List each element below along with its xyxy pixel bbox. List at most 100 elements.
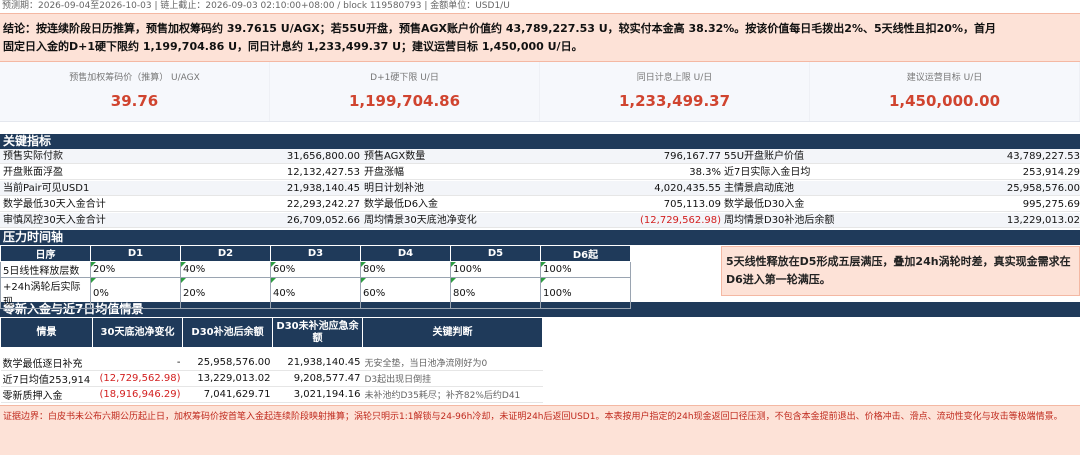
section-header-pressure: 压力时间轴 bbox=[0, 230, 1080, 245]
row-label: +24h涡轮后实际现 bbox=[0, 277, 91, 309]
metric-label: 周均情景D30补池后余额 bbox=[724, 215, 835, 226]
metric-value: 22,293,242.27 bbox=[286, 199, 360, 210]
metrics-row: 当前Pair可见USD1 21,938,140.45 明日计划补池 4,020,… bbox=[0, 181, 1080, 196]
metrics-row: 开盘账面浮盈 12,132,427.53 开盘涨幅 38.3% 近7日实际入金日… bbox=[0, 165, 1080, 180]
scenario-emergency-balance: 21,938,140.45 bbox=[272, 354, 363, 371]
scenario-row: 数学最低逐日补充 - 25,958,576.00 21,938,140.45 无… bbox=[0, 354, 543, 371]
metric-value: 4,020,435.55 bbox=[654, 183, 721, 194]
kpi-value: 1,199,704.86 bbox=[348, 92, 461, 110]
metric-value: 796,167.77 bbox=[663, 151, 721, 162]
metric-label: 开盘涨幅 bbox=[364, 167, 404, 178]
column-header: 日序 bbox=[0, 245, 91, 262]
pressure-cell: 100% bbox=[540, 261, 631, 278]
scenario-judgment: 无安全垫，当日池净流刚好为0 bbox=[362, 354, 543, 371]
pressure-callout: 5天线性释放在D5形成五层满压，叠加24h涡轮时差，真实现金需求在D6进入第一轮… bbox=[721, 246, 1080, 296]
scenario-judgment: D3起出现日倒挂 bbox=[362, 370, 543, 387]
metrics-row: 数学最低30天入金合计 22,293,242.27 数学最低D6入金 705,1… bbox=[0, 197, 1080, 212]
pressure-cell: 20% bbox=[180, 277, 271, 309]
pressure-cell: 20% bbox=[90, 261, 181, 278]
scenario-label: 零新质押入金 bbox=[0, 386, 93, 403]
pressure-cell: 40% bbox=[270, 277, 361, 309]
spacer-row bbox=[1, 348, 543, 355]
kpi-label: 同日计息上限 U/日 bbox=[636, 73, 713, 83]
scenario-d30-balance: 7,041,629.71 bbox=[182, 386, 273, 403]
scenario-label: 数学最低逐日补充 bbox=[0, 354, 93, 371]
column-header: D6起 bbox=[540, 245, 631, 262]
column-header: 关键判断 bbox=[362, 317, 543, 348]
metric-value: 705,113.09 bbox=[663, 199, 721, 210]
row-label: 5日线性释放层数 bbox=[0, 261, 91, 278]
scenario-net-change: (18,916,946.29) bbox=[92, 386, 183, 403]
metric-label: 55U开盘账户价值 bbox=[724, 151, 805, 162]
metrics-row: 预售实际付款 31,656,800.00 预售AGX数量 796,167.77 … bbox=[0, 149, 1080, 164]
metric-label: 数学最低D30入金 bbox=[724, 199, 805, 210]
kpi-value: 1,450,000.00 bbox=[888, 92, 1001, 110]
kpi-value: 39.76 bbox=[110, 92, 159, 110]
column-header: D1 bbox=[90, 245, 181, 262]
kpi-strip: 预售加权筹码价（推算） U/AGX 39.76 D+1硬下限 U/日 1,199… bbox=[0, 62, 1080, 122]
kpi-label: 建议运营目标 U/日 bbox=[906, 73, 983, 83]
kpi-card-ops-target: 建议运营目标 U/日 1,450,000.00 bbox=[810, 62, 1080, 121]
kpi-card-same-day-cap: 同日计息上限 U/日 1,233,499.37 bbox=[540, 62, 810, 121]
scenario-row: 近7日均值253,914 (12,729,562.98) 13,229,013.… bbox=[0, 370, 543, 387]
metrics-row: 审慎风控30天入金合计 26,709,052.66 周均情景30天底池净变化 (… bbox=[0, 213, 1080, 228]
kpi-card-weighted-price: 预售加权筹码价（推算） U/AGX 39.76 bbox=[0, 62, 270, 121]
metric-value: 995,275.69 bbox=[1022, 199, 1080, 210]
inflow-header-row: 情景 30天底池净变化 D30补池后余额 D30未补池应急余额 关键判断 bbox=[0, 317, 543, 348]
pressure-row: +24h涡轮后实际现 0% 20% 40% 60% 80% 100% bbox=[0, 277, 631, 309]
column-header: D5 bbox=[450, 245, 541, 262]
pressure-cell: 60% bbox=[360, 277, 451, 309]
pressure-cell: 100% bbox=[540, 277, 631, 309]
scenario-net-change: (12,729,562.98) bbox=[92, 370, 183, 387]
conclusion-line-2: 固定日入金的D+1硬下限约 1,199,704.86 U，同日计息约 1,233… bbox=[3, 40, 583, 53]
metric-label: 开盘账面浮盈 bbox=[3, 167, 63, 178]
metric-value: 31,656,800.00 bbox=[286, 151, 360, 162]
pressure-cell: 100% bbox=[450, 261, 541, 278]
column-header: D2 bbox=[180, 245, 271, 262]
metric-label: 数学最低D6入金 bbox=[364, 199, 439, 210]
evidence-boundary-note: 证据边界：白皮书未公布六期公历起止日，加权筹码价按首笔入金起连续阶段映射推算；涡… bbox=[0, 405, 1080, 455]
pressure-cell: 40% bbox=[180, 261, 271, 278]
metric-value-negative: (12,729,562.98) bbox=[640, 215, 721, 226]
metric-value: 12,132,427.53 bbox=[286, 167, 360, 178]
scenario-row: 零新质押入金 (18,916,946.29) 7,041,629.71 3,02… bbox=[0, 386, 543, 403]
pressure-row: 5日线性释放层数 20% 40% 60% 80% 100% 100% bbox=[0, 261, 631, 278]
conclusion-line-1: 结论：按连续阶段日历推算，预售加权筹码约 39.7615 U/AGX；若55U开… bbox=[3, 22, 996, 35]
metric-value: 13,229,013.02 bbox=[1006, 215, 1080, 226]
column-header: 情景 bbox=[0, 317, 93, 348]
scenario-net-change: - bbox=[92, 354, 183, 371]
inflow-table: 情景 30天底池净变化 D30补池后余额 D30未补池应急余额 关键判断 数学最… bbox=[0, 317, 543, 403]
pressure-cell: 80% bbox=[450, 277, 541, 309]
metric-label: 预售AGX数量 bbox=[364, 151, 426, 162]
forecast-meta-line: 预测期：2026-09-04至2026-10-03 | 链上截止：2026-09… bbox=[2, 1, 510, 11]
metric-label: 数学最低30天入金合计 bbox=[3, 199, 106, 210]
column-header: D4 bbox=[360, 245, 451, 262]
kpi-label: 预售加权筹码价（推算） U/AGX bbox=[69, 73, 200, 83]
pressure-cell: 80% bbox=[360, 261, 451, 278]
spacer-cell bbox=[1, 348, 543, 355]
section-header-key-metrics: 关键指标 bbox=[0, 134, 1080, 149]
column-header: D30未补池应急余额 bbox=[272, 317, 363, 348]
kpi-card-hard-floor: D+1硬下限 U/日 1,199,704.86 bbox=[270, 62, 540, 121]
pressure-cell: 60% bbox=[270, 261, 361, 278]
metric-label: 预售实际付款 bbox=[3, 151, 63, 162]
metric-value: 43,789,227.53 bbox=[1006, 151, 1080, 162]
scenario-d30-balance: 25,958,576.00 bbox=[182, 354, 273, 371]
scenario-emergency-balance: 3,021,194.16 bbox=[272, 386, 363, 403]
conclusion-banner: 结论：按连续阶段日历推算，预售加权筹码约 39.7615 U/AGX；若55U开… bbox=[0, 13, 1080, 62]
pressure-table: 日序 D1 D2 D3 D4 D5 D6起 5日线性释放层数 20% 40% 6… bbox=[0, 245, 631, 309]
inflow-scenarios: 情景 30天底池净变化 D30补池后余额 D30未补池应急余额 关键判断 数学最… bbox=[0, 317, 1080, 417]
metric-value: 26,709,052.66 bbox=[286, 215, 360, 226]
scenario-d30-balance: 13,229,013.02 bbox=[182, 370, 273, 387]
column-header: D3 bbox=[270, 245, 361, 262]
column-header: D30补池后余额 bbox=[182, 317, 273, 348]
metric-value: 253,914.29 bbox=[1022, 167, 1080, 178]
pressure-timeline: 日序 D1 D2 D3 D4 D5 D6起 5日线性释放层数 20% 40% 6… bbox=[0, 245, 1080, 309]
kpi-label: D+1硬下限 U/日 bbox=[370, 73, 439, 83]
scenario-emergency-balance: 9,208,577.47 bbox=[272, 370, 363, 387]
kpi-value: 1,233,499.37 bbox=[618, 92, 731, 110]
metric-label: 明日计划补池 bbox=[364, 183, 424, 194]
scenario-label: 近7日均值253,914 bbox=[0, 370, 93, 387]
metric-value: 21,938,140.45 bbox=[286, 183, 360, 194]
metric-label: 审慎风控30天入金合计 bbox=[3, 215, 106, 226]
